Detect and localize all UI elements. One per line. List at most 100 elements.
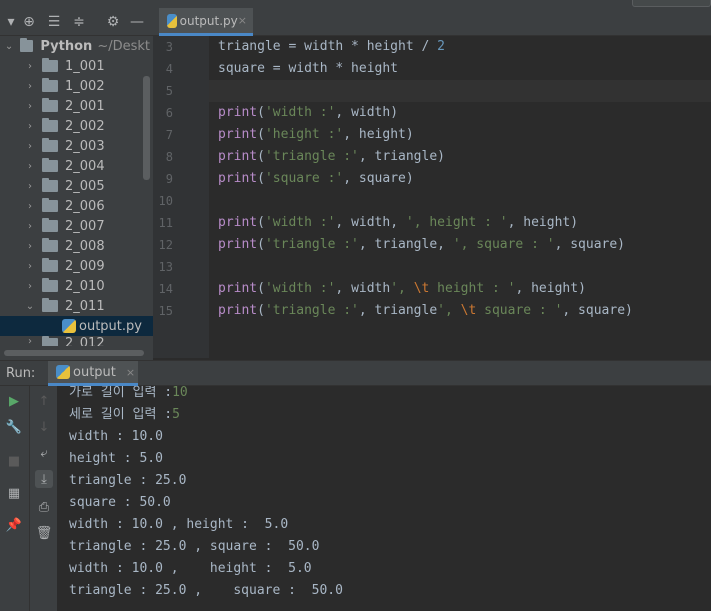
chevron-right-icon[interactable]: ›: [24, 201, 36, 212]
console-line: width : 10.0 , height : 5.0: [69, 517, 289, 532]
tree-item-2_001[interactable]: › 2_001: [0, 96, 150, 116]
chevron-right-icon[interactable]: ›: [24, 261, 36, 272]
chevron-right-icon[interactable]: ›: [24, 141, 36, 152]
console-user-input: 5: [172, 407, 180, 422]
tree-file-label: output.py: [79, 318, 142, 334]
rerun-icon[interactable]: ▶: [5, 392, 23, 410]
close-icon[interactable]: ×: [238, 14, 247, 27]
tab-output-py[interactable]: output.py ×: [159, 8, 253, 36]
scroll-to-end-icon[interactable]: ⤓: [35, 470, 53, 488]
console-line: 가로 길이 입력 :10: [69, 386, 188, 400]
tree-item-1_002[interactable]: › 1_002: [0, 76, 150, 96]
tree-item-label: 2_007: [65, 218, 105, 234]
run-console[interactable]: 가로 길이 입력 :10 세로 길이 입력 :5 width : 10.0 heigh…: [57, 386, 711, 611]
console-line: height : 5.0: [69, 451, 163, 466]
soft-wrap-icon[interactable]: ⤶: [35, 444, 53, 462]
tree-item-label: 1_002: [65, 78, 105, 94]
tree-item-2_003[interactable]: › 2_003: [0, 136, 150, 156]
trash-icon[interactable]: 🗑: [35, 524, 53, 542]
expand-all-icon[interactable]: ☰: [45, 13, 63, 31]
folder-icon: [20, 38, 34, 52]
layout-icon[interactable]: ▦: [5, 484, 23, 502]
tree-item-2_011[interactable]: ⌄ 2_011: [0, 296, 150, 316]
chevron-right-icon[interactable]: ›: [24, 221, 36, 232]
run-tab-label: output: [73, 364, 116, 380]
console-line: width : 10.0: [69, 429, 163, 444]
root-folder-path: ~/Deskt: [97, 38, 150, 54]
code-line: square = width * height: [218, 61, 399, 76]
gear-icon[interactable]: ⚙: [104, 13, 122, 31]
project-toolbar: ▾ ⊕ ☰ ≑ ⚙ —: [0, 8, 153, 36]
python-file-icon: [62, 319, 76, 333]
tree-item-2_006[interactable]: › 2_006: [0, 196, 150, 216]
folder-icon: [42, 78, 58, 92]
chevron-right-icon[interactable]: ›: [24, 101, 36, 112]
chevron-right-icon[interactable]: ›: [24, 61, 36, 72]
arrow-up-icon[interactable]: ↑: [35, 392, 53, 410]
close-icon[interactable]: ×: [126, 366, 135, 379]
tree-item-2_007[interactable]: › 2_007: [0, 216, 150, 236]
hide-icon[interactable]: —: [128, 13, 146, 31]
chevron-right-icon[interactable]: ›: [24, 161, 36, 172]
tree-item-label: 2_009: [65, 258, 105, 274]
tree-item-2_009[interactable]: › 2_009: [0, 256, 150, 276]
code-line: print('triangle :', triangle', \t square…: [218, 303, 633, 318]
folder-icon: [42, 178, 58, 192]
folder-icon: [42, 218, 58, 232]
chevron-right-icon[interactable]: ›: [24, 281, 36, 292]
line-number: 5: [165, 84, 173, 98]
tree-item-2_008[interactable]: › 2_008: [0, 236, 150, 256]
code-line: print('square :', square): [218, 171, 414, 186]
tree-item-2_012[interactable]: › 2_012: [0, 336, 150, 346]
line-number: 11: [158, 216, 173, 230]
search-everywhere-field[interactable]: [632, 0, 711, 7]
tree-item-label: 2_005: [65, 178, 105, 194]
tree-item-label: 2_003: [65, 138, 105, 154]
line-number: 10: [158, 194, 173, 208]
console-line: triangle : 25.0: [69, 473, 187, 488]
stop-icon[interactable]: ■: [5, 452, 23, 470]
tree-item-2_004[interactable]: › 2_004: [0, 156, 150, 176]
chevron-right-icon[interactable]: ›: [24, 121, 36, 132]
chevron-right-icon[interactable]: ›: [24, 181, 36, 192]
wrench-icon[interactable]: 🔧: [5, 418, 23, 436]
tree-item-label: 2_004: [65, 158, 105, 174]
tree-root[interactable]: ⌄ Python ~/Deskt: [0, 36, 150, 56]
run-toolbar-right: ↑ ↓ ⤶ ⤓ ⎙ 🗑: [29, 386, 57, 611]
project-dropdown-icon[interactable]: ▾: [2, 13, 20, 31]
current-line-highlight: [209, 80, 711, 102]
folder-icon: [42, 238, 58, 252]
tree-item-label: 2_002: [65, 118, 105, 134]
chevron-down-icon[interactable]: ⌄: [4, 41, 14, 52]
run-tab-output[interactable]: output ×: [48, 361, 138, 386]
chevron-down-icon[interactable]: ⌄: [24, 301, 36, 312]
folder-icon: [42, 278, 58, 292]
chevron-right-icon[interactable]: ›: [24, 241, 36, 252]
pin-icon[interactable]: 📌: [5, 516, 23, 534]
tree-item-2_010[interactable]: › 2_010: [0, 276, 150, 296]
folder-icon: [42, 198, 58, 212]
line-number: 3: [165, 40, 173, 54]
root-folder-name: Python: [40, 38, 93, 54]
tree-scrollbar-vertical[interactable]: [143, 76, 150, 180]
print-icon[interactable]: ⎙: [35, 498, 53, 516]
python-run-icon: [56, 365, 70, 379]
code-line: print('triangle :', triangle, ', square …: [218, 237, 626, 252]
arrow-down-icon[interactable]: ↓: [35, 418, 53, 436]
tree-item-2_002[interactable]: › 2_002: [0, 116, 150, 136]
chevron-right-icon[interactable]: ›: [24, 81, 36, 92]
tree-item-label: 2_006: [65, 198, 105, 214]
run-toolbar-left: ▶ 🔧 ■ ▦ 📌: [0, 386, 29, 611]
console-line: width : 10.0 , height : 5.0: [69, 561, 312, 576]
console-line: triangle : 25.0 , square : 50.0: [69, 583, 343, 598]
folder-icon: [42, 58, 58, 72]
code-line: print('width :', width): [218, 105, 399, 120]
tree-item-1_001[interactable]: › 1_001: [0, 56, 150, 76]
tree-item-label: 2_011: [65, 298, 105, 314]
collapse-all-icon[interactable]: ≑: [70, 13, 88, 31]
code-editor[interactable]: 3 triangle = width * height / 2 4 square = …: [153, 36, 711, 358]
tree-item-2_005[interactable]: › 2_005: [0, 176, 150, 196]
locate-file-icon[interactable]: ⊕: [20, 13, 38, 31]
tree-scrollbar-horizontal[interactable]: [4, 350, 144, 356]
tree-file-output[interactable]: output.py: [0, 316, 153, 336]
